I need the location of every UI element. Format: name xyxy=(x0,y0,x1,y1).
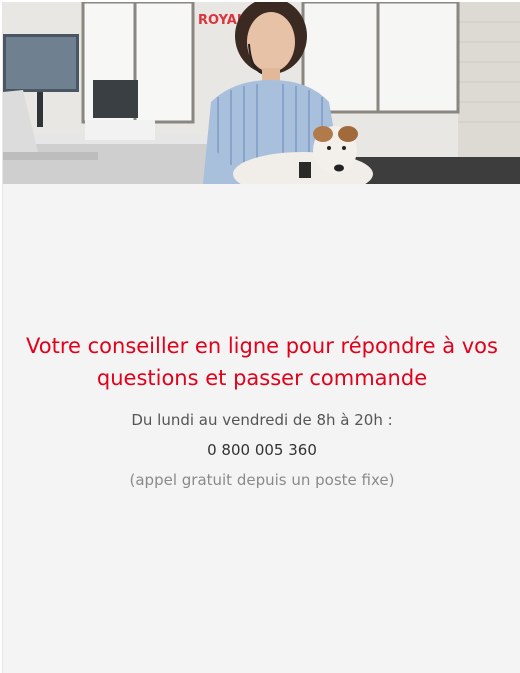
opening-hours: Du lundi au vendredi de 8h à 20h : xyxy=(131,411,393,429)
contact-headline: Votre conseiller en ligne pour répondre … xyxy=(26,334,498,390)
call-note: (appel gratuit depuis un poste fixe) xyxy=(129,471,395,489)
contact-info: Votre conseiller en ligne pour répondre … xyxy=(3,330,520,490)
phone-number[interactable]: 0 800 005 360 xyxy=(3,440,520,460)
hero-image: ROYAL C xyxy=(3,2,520,184)
contact-card: ROYAL C Votre conseiller en ligne pour r… xyxy=(2,2,520,673)
